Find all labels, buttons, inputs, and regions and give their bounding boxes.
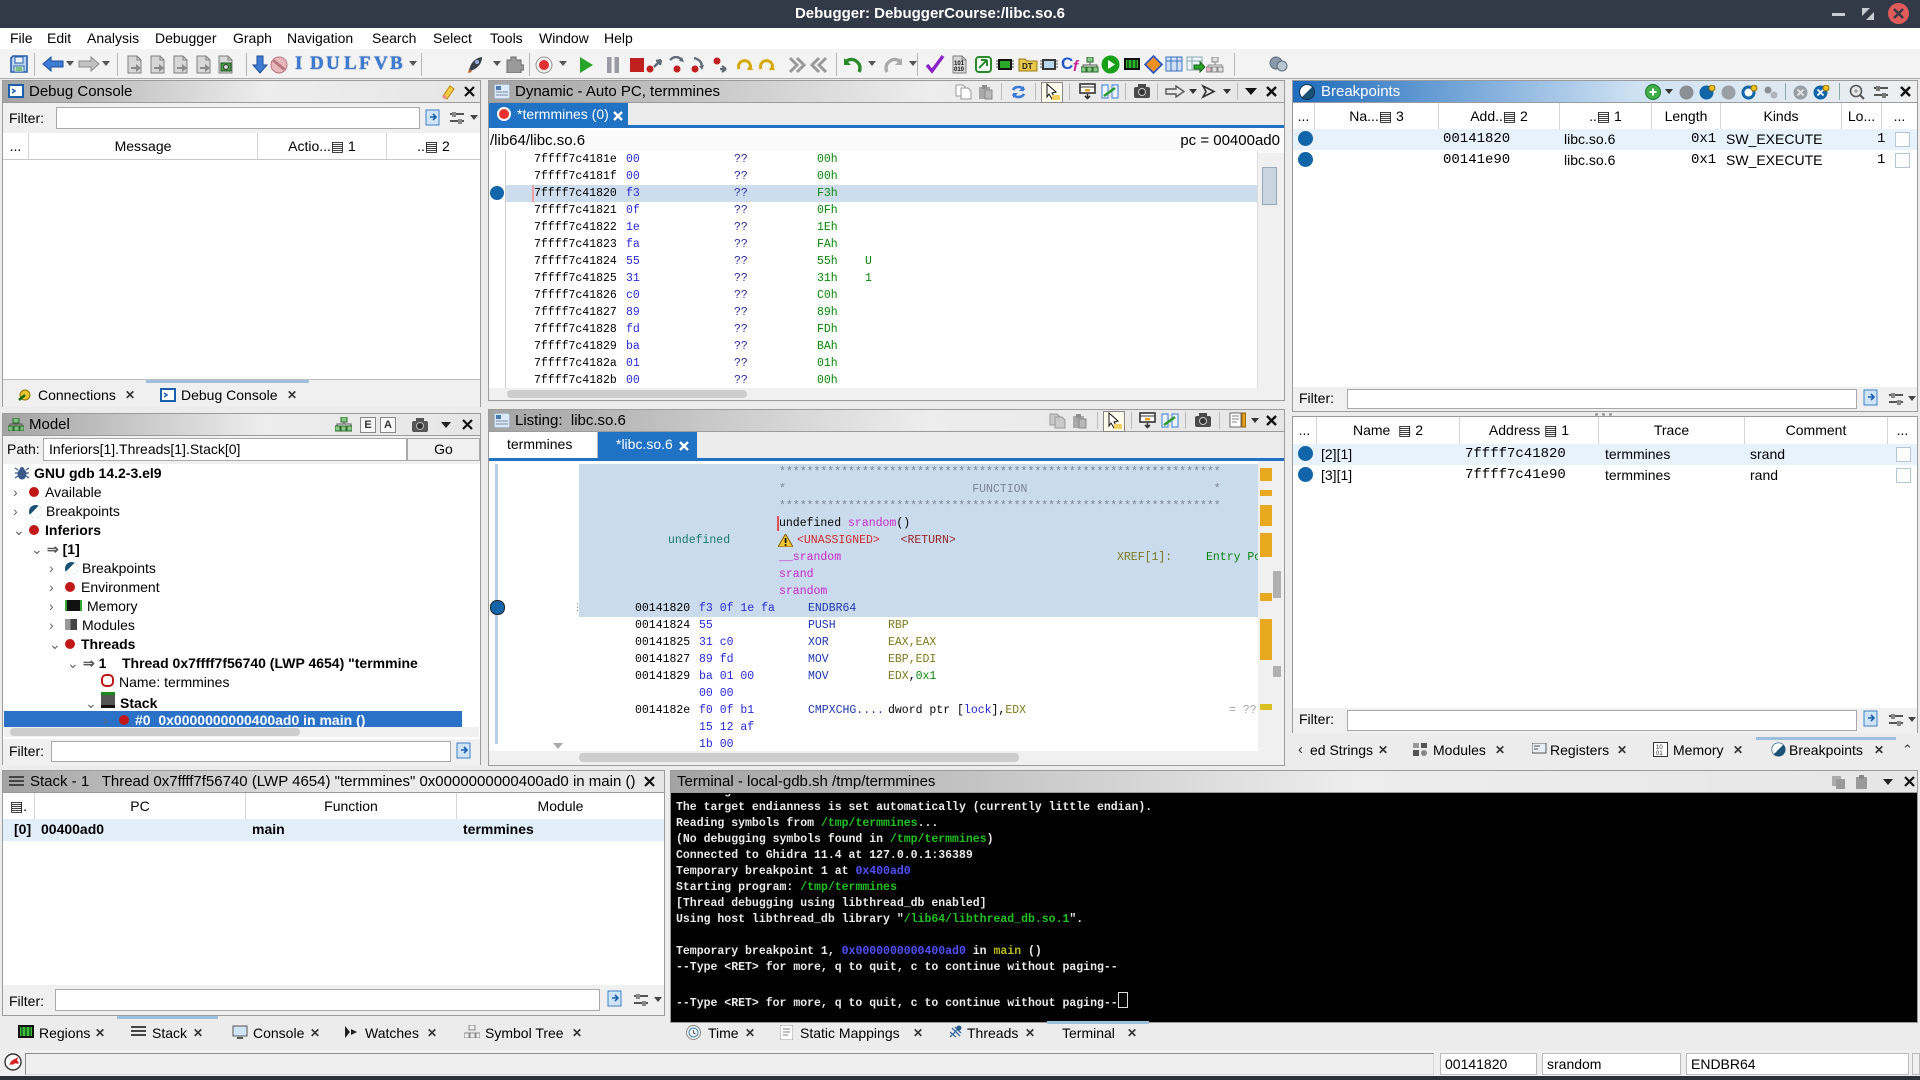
svg-text:010: 010	[954, 67, 965, 73]
svg-text:DT: DT	[1022, 62, 1033, 71]
svg-text:01: 01	[1656, 751, 1663, 757]
